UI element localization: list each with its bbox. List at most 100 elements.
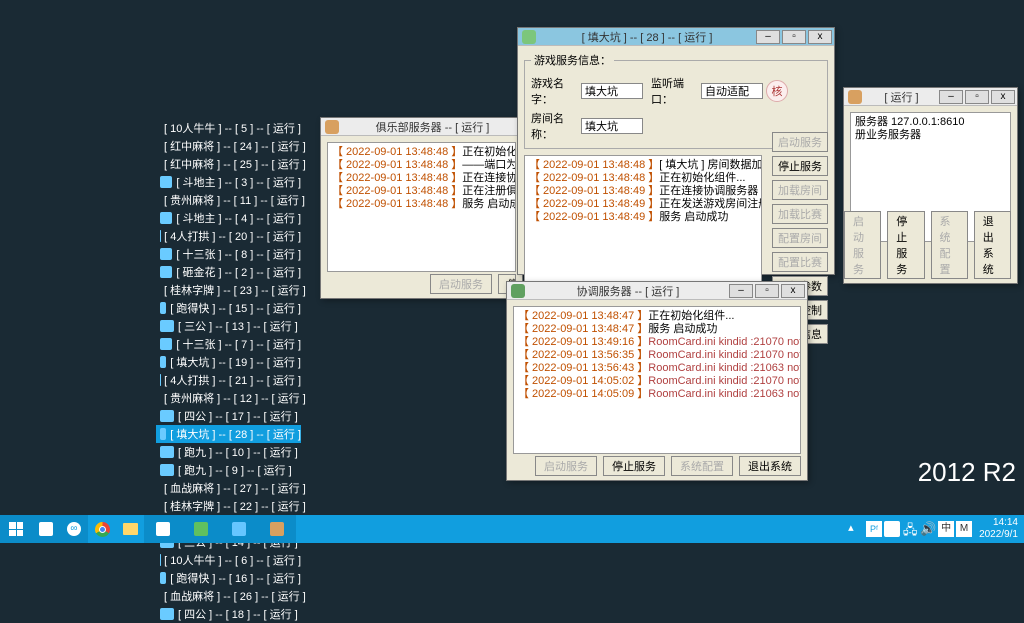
minimize-button[interactable]: –: [939, 90, 963, 104]
chrome-icon[interactable]: [88, 515, 116, 543]
task-icon: [160, 212, 172, 224]
maximize-button[interactable]: ▫: [782, 30, 806, 44]
task-label: [ 十三张 ] -- [ 7 ] -- [ 运行 ]: [176, 336, 301, 352]
stop-service-button[interactable]: 停止服务: [887, 211, 924, 279]
task-label: [ 四公 ] -- [ 18 ] -- [ 运行 ]: [178, 606, 298, 622]
task-icon: [160, 410, 174, 422]
log-line: 【 2022-09-01 13:48:47 】正在初始化组件...: [518, 310, 796, 323]
start-service-button[interactable]: 启动服务: [535, 456, 597, 476]
task-list-item[interactable]: [ 桂林字牌 ] -- [ 22 ] -- [ 运行 ]: [156, 497, 301, 515]
log-line: 【 2022-09-01 13:48:49 】正在发送游戏房间注册信息...: [529, 198, 757, 211]
exit-system-button[interactable]: 退出系统: [739, 456, 801, 476]
config-match-button[interactable]: 配置比赛: [772, 252, 828, 272]
task-list-item[interactable]: [ 三公 ] -- [ 13 ] -- [ 运行 ]: [156, 317, 301, 335]
task-list-item[interactable]: [ 填大坑 ] -- [ 19 ] -- [ 运行 ]: [156, 353, 301, 371]
task-icon: [160, 446, 174, 458]
tray-pf-icon[interactable]: Pᶠ: [866, 521, 882, 537]
log-viewer: 【 2022-09-01 13:48:48 】正在初始化组件... 【 2022-…: [327, 142, 516, 272]
task-list-item[interactable]: [ 跑九 ] -- [ 10 ] -- [ 运行 ]: [156, 443, 301, 461]
log-line: 【 2022-09-01 13:48:48 】正在初始化组件...: [529, 172, 757, 185]
start-service-button[interactable]: 启动服务: [844, 211, 881, 279]
task-list-item[interactable]: [ 斗地主 ] -- [ 4 ] -- [ 运行 ]: [156, 209, 301, 227]
task-list-item[interactable]: [ 贵州麻将 ] -- [ 11 ] -- [ 运行 ]: [156, 191, 301, 209]
log-line: 【 2022-09-01 14:05:02 】RoomCard.ini kind…: [518, 375, 796, 388]
start-service-button[interactable]: 启动服务: [430, 274, 492, 294]
task-list-item[interactable]: [ 4人打拱 ] -- [ 20 ] -- [ 运行 ]: [156, 227, 301, 245]
sync-app-icon[interactable]: ∞: [60, 515, 88, 543]
stop-service-button[interactable]: 停止服务: [772, 156, 828, 176]
task-list-item[interactable]: [ 4人打拱 ] -- [ 21 ] -- [ 运行 ]: [156, 371, 301, 389]
task-list-item[interactable]: [ 10人牛牛 ] -- [ 5 ] -- [ 运行 ]: [156, 119, 301, 137]
log-line: 服务器 127.0.0.1:8610: [855, 116, 1006, 129]
task-group-1[interactable]: [144, 515, 182, 543]
task-list-item[interactable]: [ 四公 ] -- [ 18 ] -- [ 运行 ]: [156, 605, 301, 623]
server-manager-icon[interactable]: [32, 515, 60, 543]
exit-system-button[interactable]: 退出系统: [974, 211, 1011, 279]
log-line: 【 2022-09-01 14:05:09 】RoomCard.ini kind…: [518, 388, 796, 401]
config-room-button[interactable]: 配置房间: [772, 228, 828, 248]
task-list-item[interactable]: [ 跑得快 ] -- [ 15 ] -- [ 运行 ]: [156, 299, 301, 317]
seal-icon: 核: [766, 80, 788, 102]
close-button[interactable]: x: [808, 30, 832, 44]
task-group-2[interactable]: [182, 515, 220, 543]
log-line: 【 2022-09-01 13:48:49 】正在连接协调服务器 127.0.0…: [529, 185, 757, 198]
task-icon: [160, 338, 172, 350]
task-list-item[interactable]: [ 填大坑 ] -- [ 28 ] -- [ 运行 ]: [156, 425, 301, 443]
task-label: [ 贵州麻将 ] -- [ 11 ] -- [ 运行 ]: [164, 192, 305, 208]
task-list-item[interactable]: [ 四公 ] -- [ 17 ] -- [ 运行 ]: [156, 407, 301, 425]
club-server-window: 俱乐部服务器 -- [ 运行 ] 【 2022-09-01 13:48:48 】…: [320, 117, 523, 299]
task-list-item[interactable]: [ 十三张 ] -- [ 7 ] -- [ 运行 ]: [156, 335, 301, 353]
maximize-button[interactable]: ▫: [965, 90, 989, 104]
tray-flag-icon[interactable]: [884, 521, 900, 537]
fieldset-legend: 游戏服务信息：: [531, 52, 614, 68]
stop-service-button[interactable]: 停止服务: [603, 456, 665, 476]
task-list-item[interactable]: [ 红中麻将 ] -- [ 24 ] -- [ 运行 ]: [156, 137, 301, 155]
app-icon: [522, 30, 536, 44]
log-viewer: 【 2022-09-01 13:48:47 】正在初始化组件... 【 2022-…: [513, 306, 801, 454]
task-list-item[interactable]: [ 血战麻将 ] -- [ 26 ] -- [ 运行 ]: [156, 587, 301, 605]
tray-volume-icon[interactable]: 🔊: [920, 521, 936, 537]
ime-language-icon[interactable]: 中: [938, 521, 954, 537]
tray-expand-icon[interactable]: ▴: [848, 521, 864, 537]
task-list-item[interactable]: [ 血战麻将 ] -- [ 27 ] -- [ 运行 ]: [156, 479, 301, 497]
clock-time: 14:14: [979, 517, 1018, 529]
task-list-item[interactable]: [ 红中麻将 ] -- [ 25 ] -- [ 运行 ]: [156, 155, 301, 173]
system-config-button[interactable]: 系统配置: [671, 456, 733, 476]
task-icon: [160, 302, 166, 314]
task-group-3[interactable]: [220, 515, 258, 543]
minimize-button[interactable]: –: [729, 284, 753, 298]
log-line: 【 2022-09-01 13:48:48 】正在初始化组件...: [332, 146, 511, 159]
clock[interactable]: 14:14 2022/9/1: [973, 517, 1024, 541]
ime-mode-icon[interactable]: M: [956, 521, 972, 537]
start-button[interactable]: [0, 515, 32, 543]
system-config-button[interactable]: 系统配置: [931, 211, 968, 279]
task-icon: [160, 176, 172, 188]
close-button[interactable]: x: [991, 90, 1015, 104]
close-button[interactable]: x: [781, 284, 805, 298]
load-room-button[interactable]: 加载房间: [772, 180, 828, 200]
start-service-button[interactable]: 启动服务: [772, 132, 828, 152]
minimize-button[interactable]: –: [756, 30, 780, 44]
task-list-item[interactable]: [ 十三张 ] -- [ 8 ] -- [ 运行 ]: [156, 245, 301, 263]
tray-network-icon[interactable]: 🖧: [902, 521, 918, 537]
task-label: [ 填大坑 ] -- [ 19 ] -- [ 运行 ]: [170, 354, 301, 370]
task-list-item[interactable]: [ 桂林字牌 ] -- [ 23 ] -- [ 运行 ]: [156, 281, 301, 299]
log-line: 【 2022-09-01 13:48:48 】服务 启动成功: [332, 198, 511, 211]
task-label: [ 十三张 ] -- [ 8 ] -- [ 运行 ]: [176, 246, 301, 262]
task-list-item[interactable]: [ 跑九 ] -- [ 9 ] -- [ 运行 ]: [156, 461, 301, 479]
coordinator-window: 协调服务器 -- [ 运行 ] – ▫ x 【 2022-09-01 13:48…: [506, 281, 808, 481]
log-line: 【 2022-09-01 13:49:16 】RoomCard.ini kind…: [518, 336, 796, 349]
task-group-4[interactable]: [258, 515, 296, 543]
task-list-item[interactable]: [ 10人牛牛 ] -- [ 6 ] -- [ 运行 ]: [156, 551, 301, 569]
task-icon: [160, 248, 172, 260]
maximize-button[interactable]: ▫: [755, 284, 779, 298]
log-line: 【 2022-09-01 13:56:35 】RoomCard.ini kind…: [518, 349, 796, 362]
explorer-icon[interactable]: [116, 515, 144, 543]
task-list-item[interactable]: [ 砸金花 ] -- [ 2 ] -- [ 运行 ]: [156, 263, 301, 281]
task-list-item[interactable]: [ 跑得快 ] -- [ 16 ] -- [ 运行 ]: [156, 569, 301, 587]
task-list-item[interactable]: [ 贵州麻将 ] -- [ 12 ] -- [ 运行 ]: [156, 389, 301, 407]
window-title: 俱乐部服务器 -- [ 运行 ]: [343, 119, 522, 135]
windows-logo-icon: [9, 522, 23, 536]
load-match-button[interactable]: 加载比赛: [772, 204, 828, 224]
task-list-item[interactable]: [ 斗地主 ] -- [ 3 ] -- [ 运行 ]: [156, 173, 301, 191]
